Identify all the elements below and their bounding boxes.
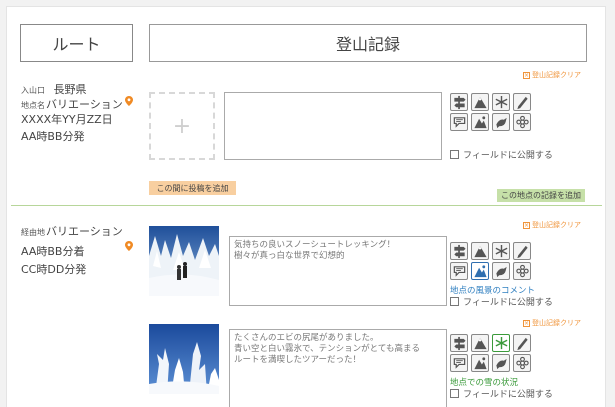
location-pin-icon[interactable] xyxy=(125,241,133,251)
publish-toggle-1[interactable]: フィールドに公開する xyxy=(450,148,553,161)
clear-record-label: 登山記録クリア xyxy=(532,71,581,79)
waypoint-label: 経由地 xyxy=(21,228,45,237)
bird-icon[interactable] xyxy=(492,113,510,131)
bird-icon[interactable] xyxy=(492,262,510,280)
hikers-icon[interactable] xyxy=(471,354,489,372)
point-name-label: 地点名 xyxy=(21,101,45,110)
comment-textarea-2[interactable]: 気持ちの良いスノーシュートレッキング！ 樹々が真っ白な世界で幻想的 xyxy=(229,236,447,306)
clear-icon: × xyxy=(523,71,530,79)
snowflake-icon[interactable] xyxy=(492,93,510,111)
snow-forest-hikers-photo[interactable] xyxy=(149,226,219,296)
comment-textarea-1[interactable] xyxy=(224,92,442,160)
hikers-icon[interactable] xyxy=(471,113,489,131)
category-icons-2 xyxy=(450,242,531,280)
clear-record-link-3[interactable]: × 登山記録クリア xyxy=(523,318,581,328)
pencil-icon[interactable] xyxy=(513,242,531,260)
clear-record-link-2[interactable]: × 登山記録クリア xyxy=(523,220,581,230)
entrance-row: 入山口 長野県 xyxy=(21,81,87,97)
start-time: AA時BB分発 xyxy=(21,130,85,143)
signpost-icon[interactable] xyxy=(450,242,468,260)
flower-icon[interactable] xyxy=(513,113,531,131)
plus-icon: + xyxy=(172,113,192,139)
pencil-icon[interactable] xyxy=(513,334,531,352)
publish-toggle-2[interactable]: フィールドに公開する xyxy=(450,295,553,308)
mountain-icon[interactable] xyxy=(471,242,489,260)
flower-icon[interactable] xyxy=(513,354,531,372)
clear-record-link-1[interactable]: × 登山記録クリア xyxy=(523,70,581,80)
section-divider xyxy=(11,205,602,206)
clear-record-label: 登山記録クリア xyxy=(532,221,581,229)
hikers-icon[interactable] xyxy=(471,262,489,280)
mountain-icon[interactable] xyxy=(471,334,489,352)
snowflake-icon[interactable] xyxy=(492,242,510,260)
waypoint-name-row: 経由地 バリエーション xyxy=(21,223,123,239)
publish-label: フィールドに公開する xyxy=(463,298,553,308)
waypoint-value: バリエーション xyxy=(46,225,123,238)
record-panel: ルート 登山記録 入山口 長野県 地点名 バリエーション XXXX年YY月ZZ日… xyxy=(6,6,606,407)
publish-label: フィールドに公開する xyxy=(463,151,553,161)
arrive-time: AA時BB分着 xyxy=(21,245,85,258)
rime-ice-photo[interactable] xyxy=(149,324,219,394)
publish-label: フィールドに公開する xyxy=(463,390,553,400)
point-name-value: バリエーション xyxy=(46,98,123,111)
entrance-value: 長野県 xyxy=(53,83,87,96)
add-post-between-button[interactable]: この間に投稿を追加 xyxy=(149,181,236,195)
clear-record-label: 登山記録クリア xyxy=(532,319,581,327)
category-icons-3 xyxy=(450,334,531,372)
category-icons-1 xyxy=(450,93,531,131)
add-point-record-button[interactable]: この地点の記録を追加 xyxy=(497,189,585,202)
clear-icon: × xyxy=(523,319,530,327)
publish-toggle-3[interactable]: フィールドに公開する xyxy=(450,387,553,400)
clear-icon: × xyxy=(523,221,530,229)
signpost-icon[interactable] xyxy=(450,334,468,352)
page-title: 登山記録 xyxy=(149,24,587,62)
talk-icon[interactable] xyxy=(450,262,468,280)
talk-icon[interactable] xyxy=(450,354,468,372)
publish-checkbox[interactable] xyxy=(450,389,459,398)
publish-checkbox[interactable] xyxy=(450,150,459,159)
point-name-row: 地点名 バリエーション xyxy=(21,96,123,112)
comment-textarea-3[interactable]: たくさんのエビの尻尾がありました。 青い空と白い霧氷で、テンションがとても高まる… xyxy=(229,329,447,407)
add-photo-slot[interactable]: + xyxy=(149,92,215,160)
pencil-icon[interactable] xyxy=(513,93,531,111)
bird-icon[interactable] xyxy=(492,354,510,372)
mountain-icon[interactable] xyxy=(471,93,489,111)
route-tab[interactable]: ルート xyxy=(20,24,133,62)
publish-checkbox[interactable] xyxy=(450,297,459,306)
talk-icon[interactable] xyxy=(450,113,468,131)
flower-icon[interactable] xyxy=(513,262,531,280)
location-pin-icon[interactable] xyxy=(125,96,133,106)
start-date: XXXX年YY月ZZ日 xyxy=(21,113,113,126)
entrance-label: 入山口 xyxy=(21,86,45,95)
signpost-icon[interactable] xyxy=(450,93,468,111)
snowflake-icon[interactable] xyxy=(492,334,510,352)
depart-time: CC時DD分発 xyxy=(21,263,87,276)
